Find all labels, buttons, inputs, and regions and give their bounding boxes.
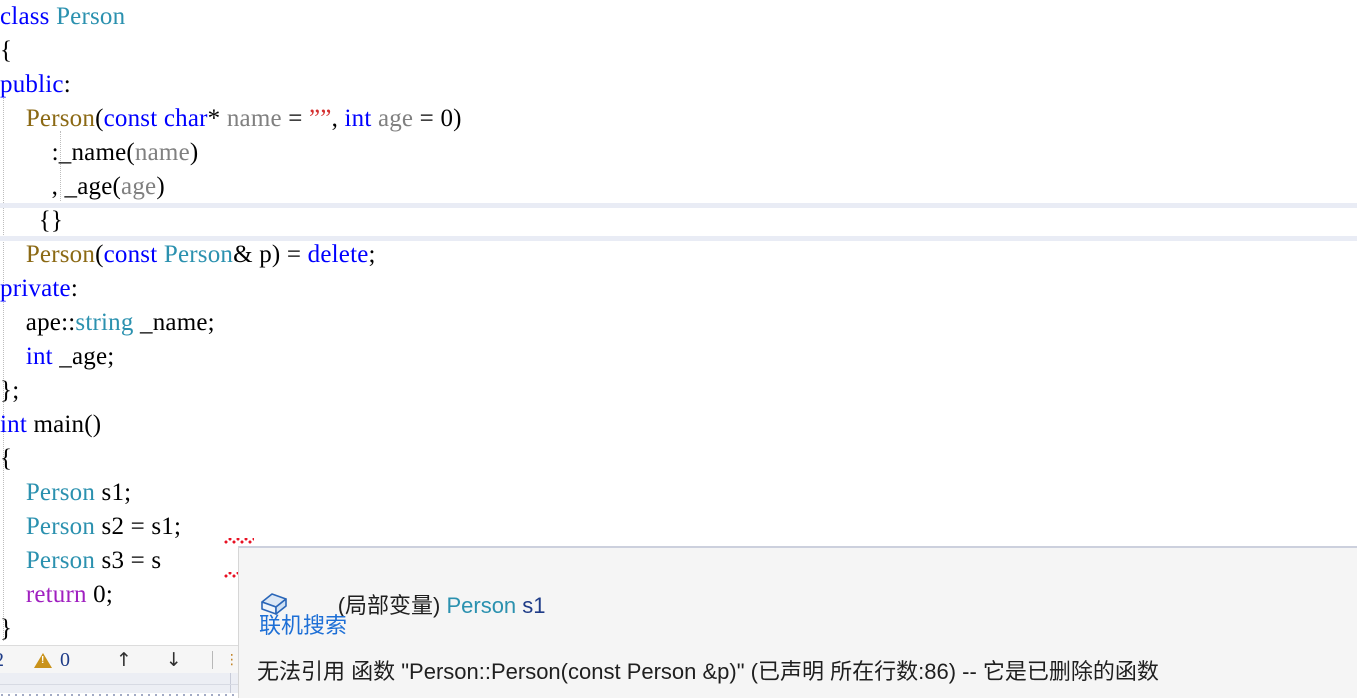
code-token: int: [344, 105, 372, 132]
code-token: delete: [307, 241, 369, 268]
code-line: };: [0, 374, 1357, 408]
code-token: s3 = s: [95, 547, 162, 574]
code-token: {: [0, 445, 13, 472]
warning-indicator[interactable]: 0: [34, 649, 70, 672]
code-line: public:: [0, 68, 1357, 102]
code-token: {: [0, 37, 13, 64]
code-line: {: [0, 442, 1357, 476]
code-token: class: [0, 3, 50, 30]
code-line: , _age(age): [0, 170, 1357, 204]
code-token: _name: [58, 139, 127, 166]
code-line: {: [0, 34, 1357, 68]
code-token: :: [63, 71, 71, 98]
code-token: ;: [368, 241, 376, 268]
warning-count: 0: [60, 648, 70, 671]
code-token: const: [103, 241, 158, 268]
code-token: Person: [25, 547, 96, 574]
code-token: Person: [25, 513, 96, 540]
code-line: {}: [0, 204, 1357, 238]
code-token: ””: [308, 105, 332, 132]
code-token: public: [0, 71, 64, 98]
code-token: Person: [56, 3, 126, 30]
code-token: Person: [25, 479, 96, 506]
code-line: Person s1;: [0, 476, 1357, 510]
code-line: Person s2 = s1;: [0, 510, 1357, 544]
code-token: s1;: [95, 479, 132, 506]
online-search-link[interactable]: 联机搜索: [259, 608, 347, 640]
code-token: private: [0, 275, 71, 302]
code-token: ): [189, 139, 199, 166]
warning-triangle-icon: [34, 652, 52, 668]
tooltip-error-message: 无法引用 函数 "Person::Person(const Person &p)…: [257, 659, 1159, 684]
code-token: string: [75, 309, 134, 336]
code-token: 0): [440, 105, 462, 132]
code-token: s2 = s1;: [95, 513, 182, 540]
code-token: =: [413, 105, 441, 132]
code-token: name: [134, 139, 190, 166]
code-token: 0;: [86, 581, 114, 608]
overflow-menu-icon[interactable]: ⋮: [225, 652, 239, 668]
code-token: & p) =: [233, 241, 308, 268]
code-token: ape::: [0, 309, 76, 336]
code-token: age: [377, 105, 414, 132]
code-token: =: [281, 105, 309, 132]
code-token: (: [95, 241, 104, 268]
code-token: Person: [25, 105, 96, 132]
code-token: name: [226, 105, 282, 132]
code-line: :_name(name): [0, 136, 1357, 170]
code-token: age: [121, 173, 157, 200]
code-token: (: [95, 105, 104, 132]
code-token: return: [25, 581, 87, 608]
code-line: class Person: [0, 0, 1357, 34]
previous-error-arrow-icon[interactable]: ↑: [116, 649, 132, 671]
code-token: Person: [25, 241, 96, 268]
tooltip-symbol-name: s1: [516, 593, 546, 618]
code-token: const: [103, 105, 158, 132]
code-token: main: [33, 411, 85, 438]
code-token: _name;: [133, 309, 215, 336]
code-token: *: [207, 105, 227, 132]
tooltip-symbol-kind: (局部变量): [337, 593, 447, 618]
code-token: {}: [0, 207, 64, 234]
code-token: char: [163, 105, 208, 132]
tooltip-symbol-type: Person: [446, 593, 517, 618]
code-token: _age: [64, 173, 113, 200]
code-token: (: [126, 139, 135, 166]
code-line: Person(const char* name = ””, int age = …: [0, 102, 1357, 136]
code-token: int: [0, 411, 27, 438]
code-line: int main(): [0, 408, 1357, 442]
error-count: 2: [0, 649, 4, 672]
code-token: (: [112, 173, 122, 200]
quick-info-tooltip: (局部变量) Person s1 联机搜索 无法引用 函数 "Person::P…: [238, 546, 1357, 698]
toolbar-separator: [211, 651, 213, 669]
code-line: int _age;: [0, 340, 1357, 374]
code-token: ,: [331, 105, 345, 132]
pane-divider-upper: [230, 673, 231, 684]
error-squiggle-s1: [224, 538, 254, 544]
code-token: ,: [0, 173, 65, 200]
code-token: (): [84, 411, 102, 438]
code-token: int: [25, 343, 53, 370]
code-token: :: [0, 139, 59, 166]
next-error-arrow-icon[interactable]: ↓: [166, 649, 182, 671]
code-token: _age;: [52, 343, 115, 370]
code-line: Person(const Person& p) = delete;: [0, 238, 1357, 272]
code-line: private:: [0, 272, 1357, 306]
code-line: ape::string _name;: [0, 306, 1357, 340]
code-token: Person: [163, 241, 234, 268]
code-token: };: [0, 377, 20, 404]
code-token: ): [156, 173, 165, 200]
code-token: :: [70, 275, 78, 302]
code-token: }: [0, 615, 13, 642]
